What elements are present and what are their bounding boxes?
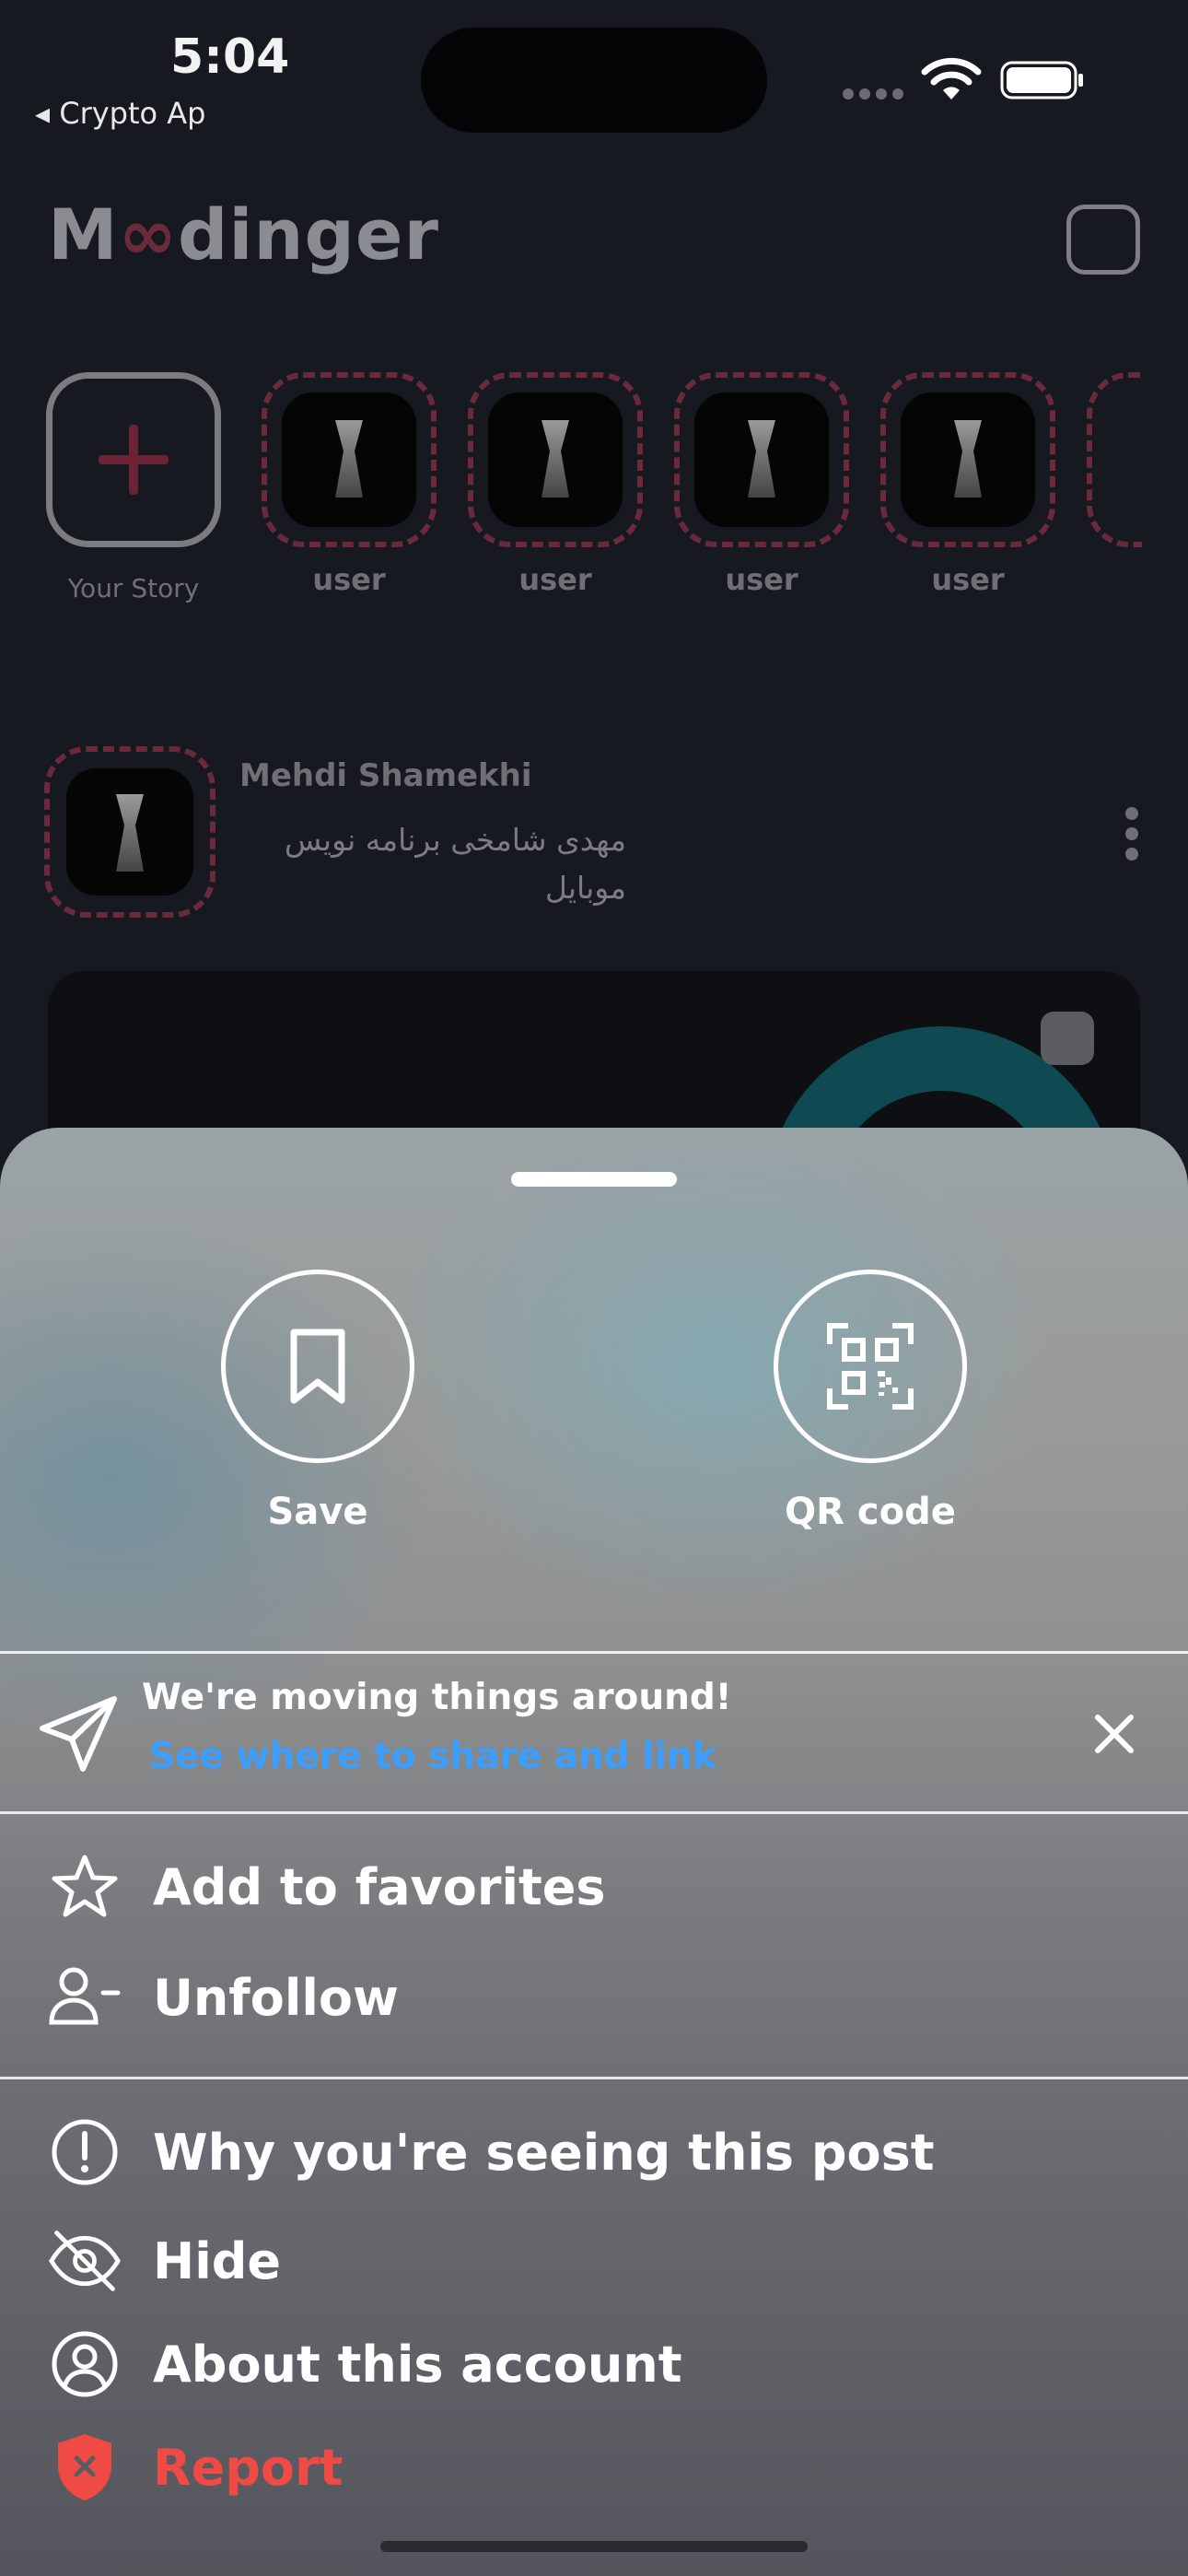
eye-off-icon: [49, 2231, 121, 2291]
hide-item[interactable]: Hide: [48, 2222, 281, 2300]
dynamic-island: [421, 28, 767, 133]
send-icon: [40, 1696, 117, 1772]
story-username: user: [312, 562, 386, 597]
story-avatar[interactable]: [674, 372, 849, 547]
feed-background: 5:04 ◂ Crypto Ap M∞dinger Your Story use…: [0, 0, 1188, 1247]
app-logo: M∞dinger: [48, 193, 439, 275]
qr-code-icon: [827, 1323, 914, 1410]
about-account-item[interactable]: About this account: [48, 2325, 682, 2403]
save-button[interactable]: [221, 1270, 414, 1463]
story-username: user: [518, 562, 592, 597]
add-to-favorites-item[interactable]: Add to favorites: [48, 1848, 606, 1926]
your-story-label: Your Story: [67, 573, 200, 603]
story-avatar-partial[interactable]: [1087, 372, 1142, 547]
qr-code-button[interactable]: [774, 1270, 967, 1463]
post-author-avatar[interactable]: [44, 746, 215, 918]
close-icon[interactable]: [1092, 1712, 1136, 1756]
unfollow-label: Unfollow: [153, 1968, 399, 2027]
report-item[interactable]: Report: [48, 2429, 343, 2506]
bookmark-icon: [290, 1329, 345, 1404]
sheet-grabber[interactable]: [511, 1172, 677, 1187]
home-indicator: [380, 2541, 808, 2552]
unfollow-item[interactable]: Unfollow: [48, 1959, 399, 2036]
qr-code-label: QR code: [785, 1491, 956, 1533]
unfollow-icon: [49, 1967, 121, 2025]
divider: [0, 1811, 1188, 1814]
add-story-button[interactable]: [46, 372, 221, 547]
story-username: user: [725, 562, 798, 597]
wifi-icon: [921, 57, 982, 100]
story-username: user: [931, 562, 1005, 597]
info-icon: [52, 2119, 118, 2185]
account-icon: [52, 2331, 118, 2397]
post-options-sheet: Save QR code We're moving things around!…: [0, 1128, 1188, 2576]
post-author-bio: مهدی شامخی برنامه نویس موبایل: [284, 822, 626, 906]
star-icon: [52, 1855, 118, 1917]
post-more-icon[interactable]: [1125, 807, 1138, 868]
story-avatar[interactable]: [262, 372, 437, 547]
story-avatar[interactable]: [468, 372, 643, 547]
why-seeing-post-label: Why you're seeing this post: [153, 2123, 935, 2182]
divider: [0, 1651, 1188, 1654]
notice-title: We're moving things around!: [142, 1677, 732, 1718]
notice-link[interactable]: See where to share and link: [149, 1736, 716, 1777]
report-shield-icon: [58, 2434, 111, 2500]
report-label: Report: [153, 2438, 344, 2497]
save-label: Save: [267, 1491, 368, 1533]
inbox-icon[interactable]: [1066, 205, 1140, 275]
back-to-app-link[interactable]: ◂ Crypto Ap: [35, 96, 205, 131]
video-icon: [1041, 1012, 1094, 1065]
why-seeing-post-item[interactable]: Why you're seeing this post: [48, 2113, 935, 2191]
about-account-label: About this account: [153, 2335, 682, 2394]
hide-label: Hide: [153, 2231, 281, 2290]
cellular-signal-icon: [843, 86, 909, 103]
status-time: 5:04: [170, 29, 290, 85]
divider: [0, 2077, 1188, 2079]
battery-icon: [1000, 61, 1083, 100]
story-avatar[interactable]: [880, 372, 1055, 547]
post-author-name[interactable]: Mehdi Shamekhi: [239, 757, 532, 794]
add-to-favorites-label: Add to favorites: [153, 1857, 606, 1916]
